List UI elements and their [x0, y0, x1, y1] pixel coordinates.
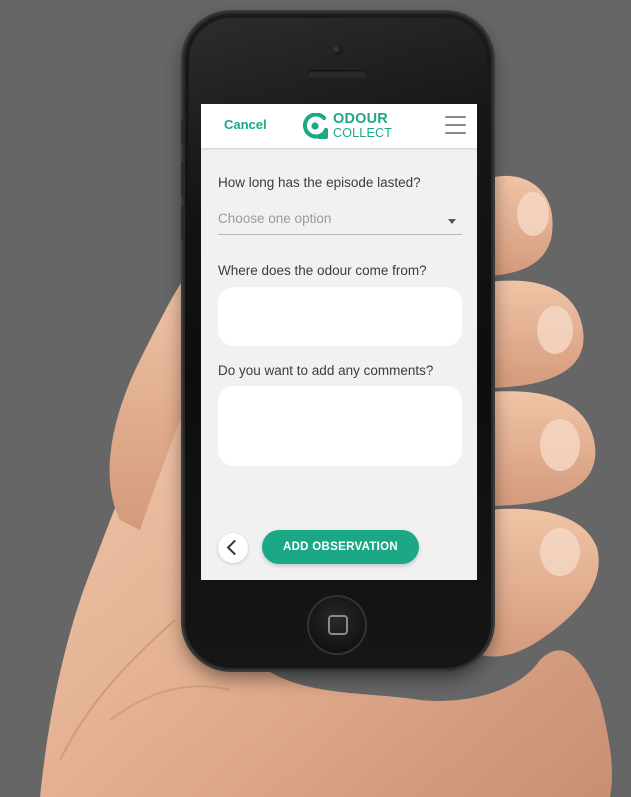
cancel-button[interactable]: Cancel [224, 117, 267, 132]
logo-text-collect: COLLECT [333, 126, 393, 140]
back-button[interactable] [218, 533, 248, 563]
comments-question-label: Do you want to add any comments? [218, 363, 434, 378]
home-square-icon [328, 615, 348, 635]
chevron-left-icon [226, 539, 243, 556]
volume-down-button [181, 206, 184, 240]
source-question-label: Where does the odour come from? [218, 263, 427, 278]
earpiece-speaker [307, 70, 367, 78]
duration-question-label: How long has the episode lasted? [218, 175, 421, 190]
odour-collect-logo-icon [302, 113, 328, 139]
hamburger-menu-icon[interactable] [445, 115, 466, 135]
logo-text-odour: ODOUR [333, 111, 388, 127]
comments-text-input[interactable] [218, 386, 462, 466]
odour-collect-logo: ODOUR COLLECT [302, 110, 394, 142]
front-camera [332, 45, 342, 55]
duration-select-placeholder: Choose one option [218, 211, 332, 226]
source-text-input[interactable] [218, 287, 462, 346]
app-screen: Cancel ODOUR COLLECT How long has the ep… [201, 104, 477, 580]
home-button[interactable] [309, 597, 365, 653]
volume-up-button [181, 162, 184, 196]
caret-down-icon [448, 219, 456, 224]
app-header: Cancel ODOUR COLLECT [201, 104, 477, 148]
add-observation-button[interactable]: ADD OBSERVATION [262, 530, 419, 564]
duration-select[interactable]: Choose one option [218, 208, 462, 235]
mute-switch [181, 120, 184, 144]
